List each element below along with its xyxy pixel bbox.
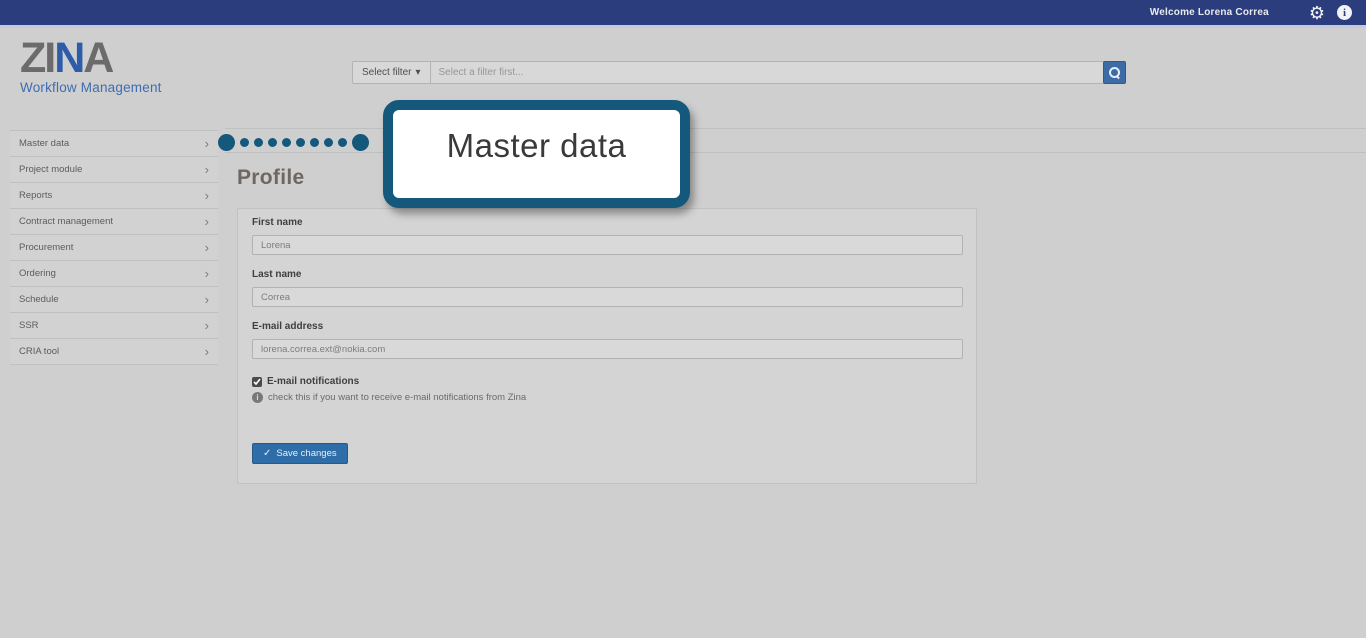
chevron-right-icon: › [205,191,209,201]
connector-dot [254,138,263,147]
sidebar-item-ssr[interactable]: SSR › [10,313,218,339]
chevron-right-icon: › [205,269,209,279]
welcome-user-label: Welcome Lorena Correa [1150,7,1269,18]
connector-dot [296,138,305,147]
logo-part: A [83,34,112,82]
notifications-help-row: i check this if you want to receive e-ma… [252,392,962,403]
email-notifications-row: E-mail notifications [252,376,962,387]
sidebar-item-label: Schedule [19,294,59,305]
first-name-label: First name [252,217,962,228]
sidebar-item-ordering[interactable]: Ordering › [10,261,218,287]
connector-dot-large [352,134,369,151]
info-icon[interactable]: i [1337,5,1352,20]
connector-dot [282,138,291,147]
caret-down-icon: ▾ [415,67,420,78]
chevron-right-icon: › [205,347,209,357]
chevron-right-icon: › [205,321,209,331]
sidebar-item-cria-tool[interactable]: CRIA tool › [10,339,218,365]
save-changes-button[interactable]: ✓ Save changes [252,443,348,464]
sidebar-item-label: Procurement [19,242,73,253]
sidebar-item-label: Contract management [19,216,113,227]
search-icon [1108,66,1121,79]
email-notifications-label: E-mail notifications [267,376,359,387]
sidebar-item-label: Ordering [19,268,56,279]
topbar-accent-strip [0,25,1366,28]
help-icon: i [252,392,263,403]
connector-dot-large [218,134,235,151]
sidebar-item-label: Master data [19,138,69,149]
sidebar-nav: Master data › Project module › Reports ›… [10,130,218,365]
sidebar-item-label: Reports [19,190,52,201]
logo-wordmark: ZINA [20,38,162,78]
chevron-right-icon: › [205,217,209,227]
chevron-right-icon: › [205,139,209,149]
logo-part: N [54,34,83,82]
connector-dot [240,138,249,147]
chevron-right-icon: › [205,295,209,305]
sidebar-item-project-module[interactable]: Project module › [10,157,218,183]
check-icon: ✓ [263,448,271,459]
profile-form-panel: First name Last name E-mail address E-ma… [237,208,977,484]
search-button[interactable] [1103,61,1126,84]
gear-icon[interactable]: ⚙ [1309,4,1325,22]
last-name-label: Last name [252,269,962,280]
last-name-field[interactable] [252,287,963,307]
chevron-right-icon: › [205,165,209,175]
tutorial-tooltip-text: Master data [447,127,627,165]
save-changes-label: Save changes [276,448,336,459]
first-name-field[interactable] [252,235,963,255]
select-filter-label: Select filter [362,67,411,78]
email-field[interactable] [252,339,963,359]
connector-dot [310,138,319,147]
filter-bar: Select filter ▾ [352,61,1110,84]
email-label: E-mail address [252,321,962,332]
filter-search-input[interactable] [431,61,1110,84]
logo-subtitle: Workflow Management [20,80,162,95]
topbar: Welcome Lorena Correa ⚙ i [0,0,1366,25]
select-filter-dropdown[interactable]: Select filter ▾ [352,61,431,84]
dotted-connector [218,133,369,152]
sidebar-item-procurement[interactable]: Procurement › [10,235,218,261]
sidebar-item-contract-management[interactable]: Contract management › [10,209,218,235]
sidebar-item-schedule[interactable]: Schedule › [10,287,218,313]
tutorial-tooltip: Master data [383,100,690,208]
sidebar-item-master-data[interactable]: Master data › [10,131,218,157]
chevron-right-icon: › [205,243,209,253]
email-notifications-checkbox[interactable] [252,377,262,387]
sidebar-item-label: SSR [19,320,39,331]
connector-dot [324,138,333,147]
sidebar-item-label: CRIA tool [19,346,59,357]
page-title: Profile [237,166,304,190]
connector-dot [268,138,277,147]
notifications-help-text: check this if you want to receive e-mail… [268,392,526,403]
logo-part: ZI [20,34,54,82]
sidebar-item-label: Project module [19,164,82,175]
app-logo: ZINA Workflow Management [20,38,162,95]
connector-dot [338,138,347,147]
sidebar-item-reports[interactable]: Reports › [10,183,218,209]
